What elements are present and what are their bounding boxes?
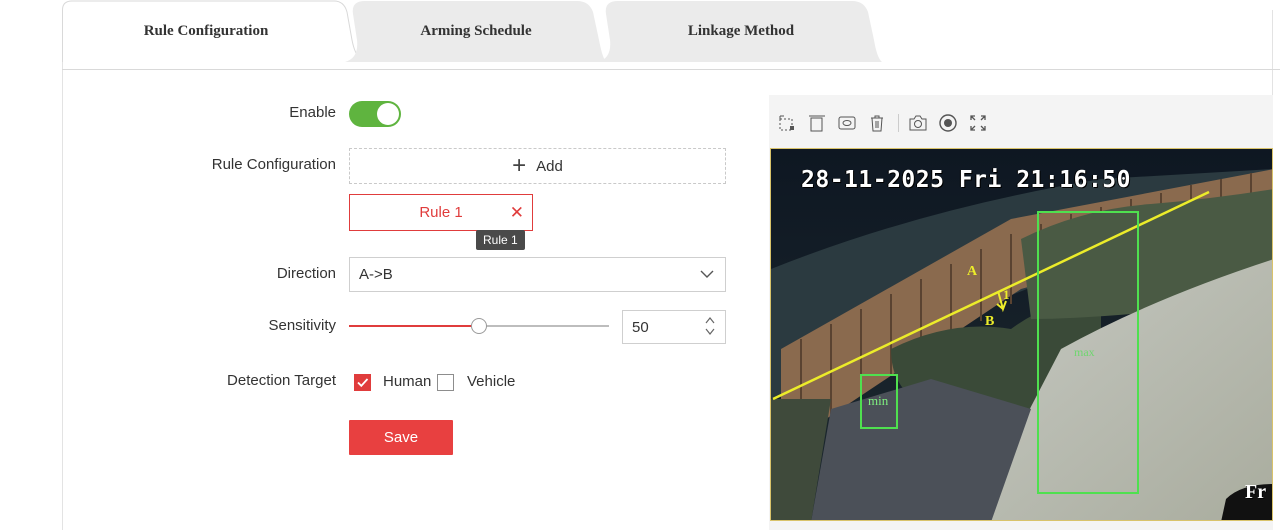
human-label: Human [383,373,432,390]
chevron-down-icon[interactable] [705,327,715,336]
vehicle-label: Vehicle [467,373,516,390]
panel-border-left [62,40,63,530]
rule-chip-label: Rule 1 [419,204,463,221]
plus-icon: + [512,152,527,179]
tab-linkage-method[interactable]: Linkage Method [598,0,884,62]
toggle-knob [377,103,399,125]
sensitivity-slider[interactable] [349,318,609,334]
tab-label: Arming Schedule [420,22,532,39]
osd-corner-text: Fr [1245,481,1267,503]
enable-toggle[interactable] [349,101,401,127]
live-video[interactable]: A 1 B min max 28-11-2025 Fri 21:16:50 Fr [770,148,1273,521]
line-label-b: B [985,314,994,329]
add-label: Add [536,157,563,175]
line-label-num: 1 [1003,287,1010,302]
sensitivity-input[interactable]: 50 [622,310,726,344]
osd-datetime: 28-11-2025 Fri 21:16:50 [801,167,1131,193]
direction-select[interactable]: A->B [349,257,726,292]
draw-max-size-icon[interactable] [806,112,828,134]
rule-configuration-label: Rule Configuration [211,156,336,173]
tab-label: Linkage Method [687,22,795,39]
line-label-a: A [967,264,978,279]
detection-target-label: Detection Target [227,372,336,389]
chevron-down-icon [700,270,714,278]
direction-value: A->B [359,266,393,283]
tab-arming-schedule[interactable]: Arming Schedule [345,0,607,62]
rule-tooltip: Rule 1 [476,230,525,250]
human-checkbox[interactable] [354,374,371,391]
sensitivity-label: Sensitivity [268,317,336,334]
rule-chip[interactable]: Rule 1 ✕ [349,194,533,231]
sensitivity-value: 50 [632,318,649,336]
record-icon[interactable] [937,112,959,134]
save-button[interactable]: Save [349,420,453,455]
close-icon[interactable]: ✕ [510,203,524,223]
checkmark-icon [357,378,369,388]
chevron-up-icon[interactable] [705,316,715,325]
tab-label: Rule Configuration [143,22,269,39]
draw-area-icon[interactable] [776,112,798,134]
max-label: max [1074,345,1095,359]
toolbar-divider [898,114,899,132]
tab-underline [62,69,1280,70]
delete-icon[interactable] [866,112,888,134]
camera-scene: A 1 B min max [771,149,1272,520]
slider-fill [349,325,479,327]
vehicle-checkbox[interactable] [437,374,454,391]
tab-rule-configuration[interactable]: Rule Configuration [62,0,362,62]
enable-label: Enable [289,104,336,121]
fullscreen-icon[interactable] [967,112,989,134]
slider-thumb[interactable] [471,318,487,334]
live-view-toolbar [776,110,997,136]
min-label: min [868,393,889,408]
direction-label: Direction [276,265,336,282]
snapshot-icon[interactable] [907,112,929,134]
draw-min-size-icon[interactable] [836,112,858,134]
add-rule-button[interactable]: + Add [349,148,726,184]
